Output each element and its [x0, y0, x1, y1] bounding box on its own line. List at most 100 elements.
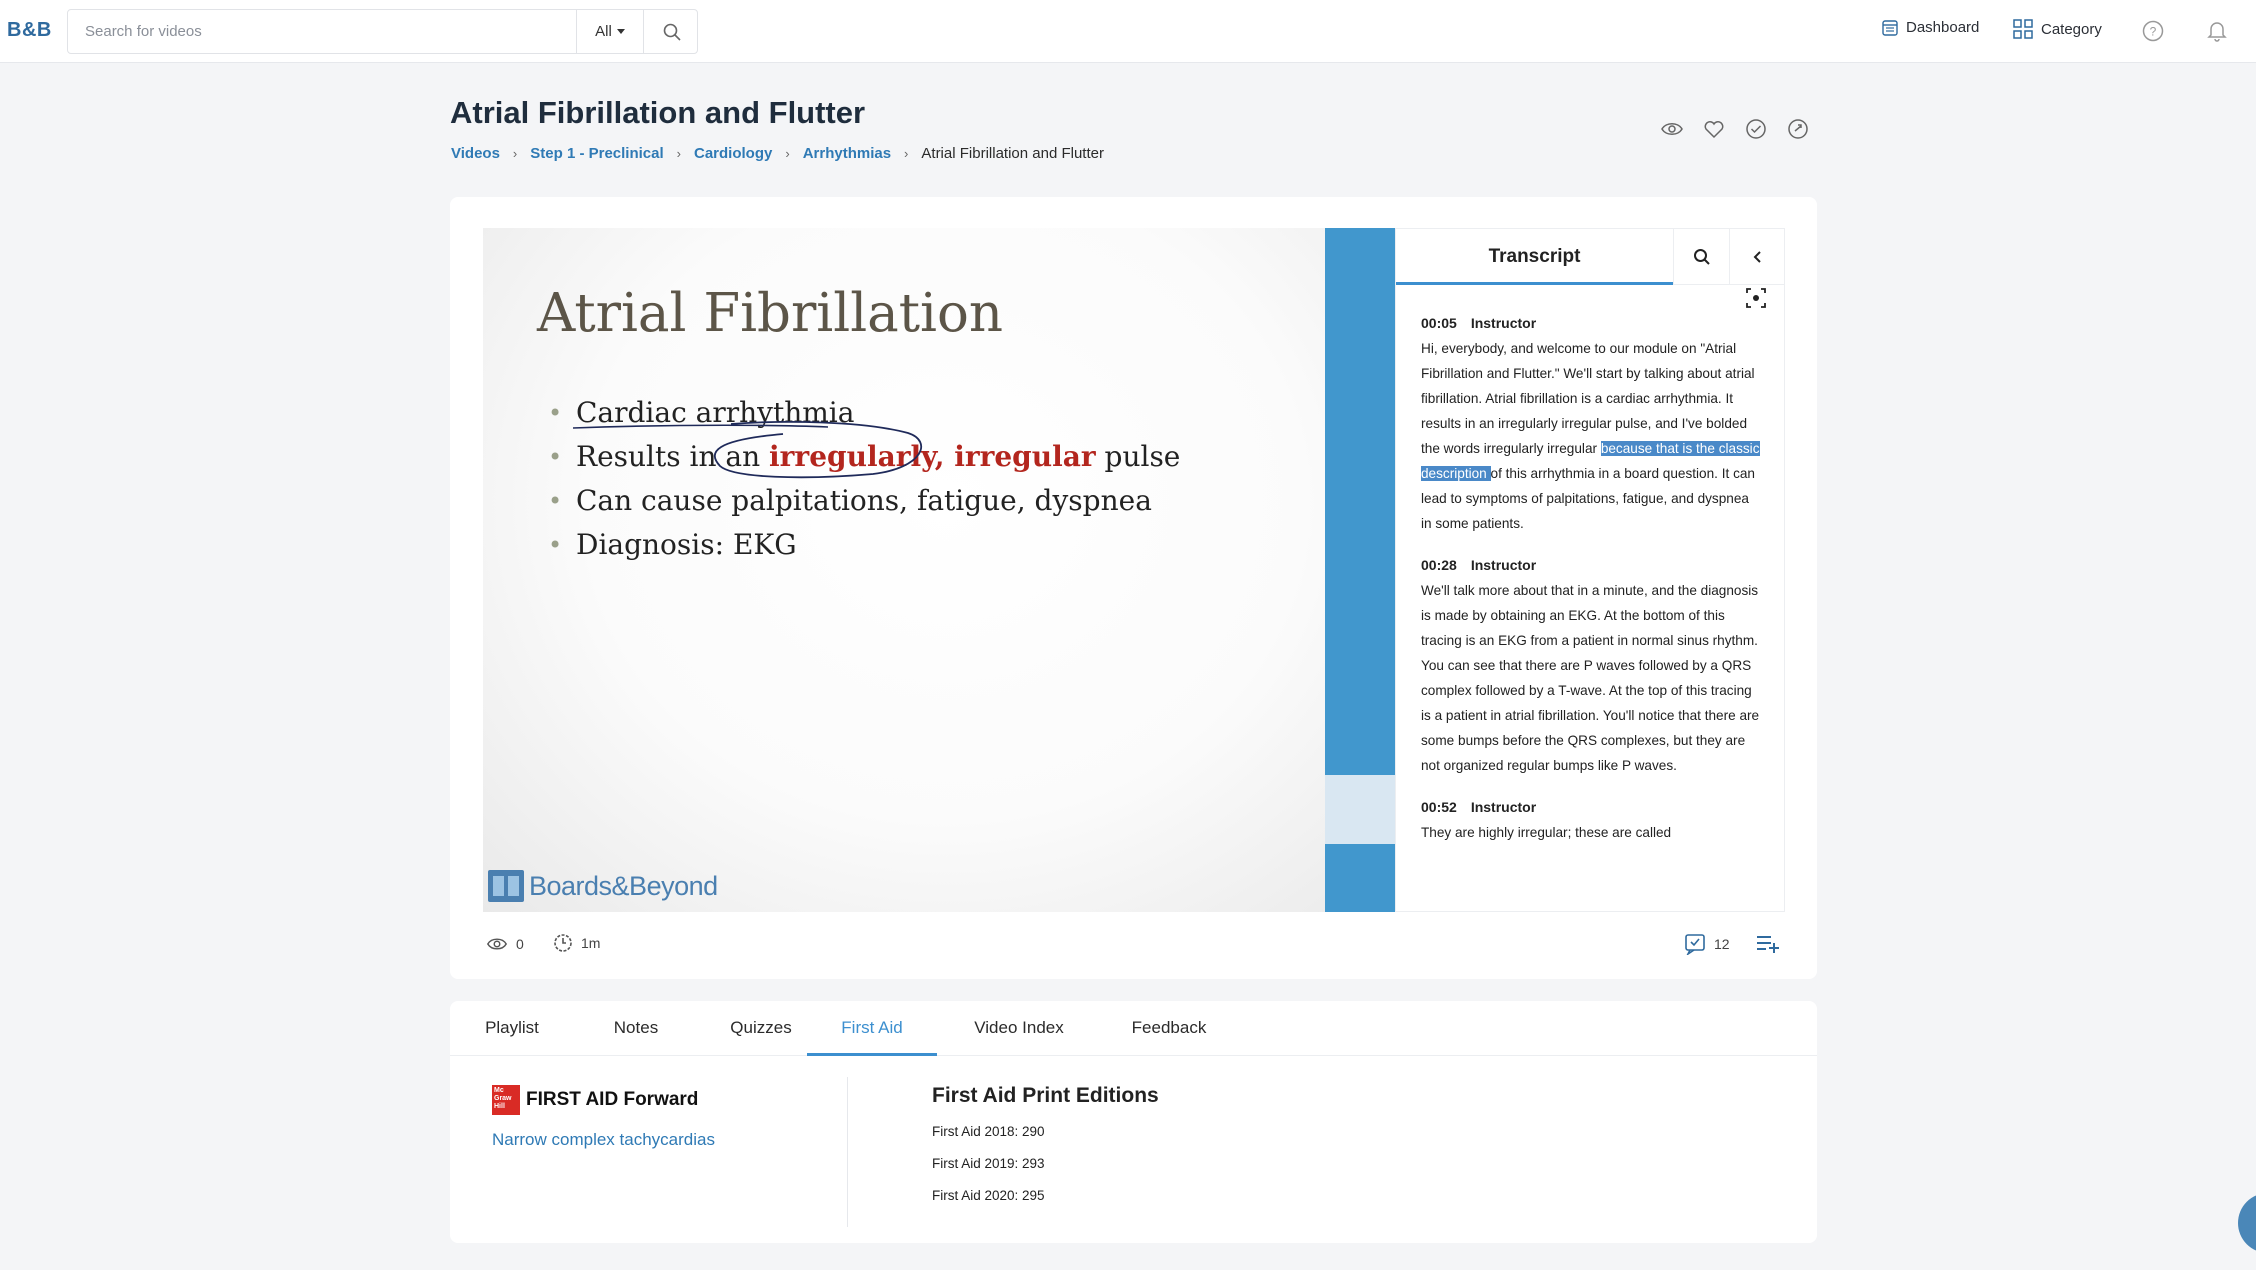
- edition-page: First Aid 2020: 295: [932, 1188, 1045, 1203]
- duration: 1m: [553, 933, 600, 953]
- chevron-right-icon: ›: [904, 146, 909, 161]
- playlist-add-icon: [1757, 936, 1779, 953]
- app-logo[interactable]: B&B: [7, 19, 52, 42]
- first-aid-topic-link[interactable]: Narrow complex tachycardias: [492, 1130, 715, 1150]
- heart-icon[interactable]: [1702, 117, 1726, 141]
- slide-annotation: [572, 421, 923, 479]
- chat-launcher-button[interactable]: [2238, 1193, 2256, 1253]
- nav-dashboard[interactable]: Dashboard: [1882, 19, 1979, 36]
- breadcrumb-step1[interactable]: Step 1 - Preclinical: [530, 145, 663, 162]
- notifications-button[interactable]: [2207, 20, 2227, 47]
- mcgraw-hill-logo: Mc Graw Hill: [492, 1085, 520, 1115]
- search-icon: [663, 23, 681, 41]
- transcript-time: 00:52: [1421, 799, 1457, 815]
- video-player[interactable]: Atrial Fibrillation Cardiac arrhythmia R…: [483, 228, 1325, 912]
- chevron-right-icon: ›: [512, 146, 518, 161]
- transcript-text: We'll talk more about that in a minute, …: [1421, 583, 1760, 773]
- first-aid-forward-brand: Mc Graw Hill FIRST AID Forward: [492, 1085, 715, 1115]
- transcript-entry[interactable]: 00:05 Instructor Hi, everybody, and welco…: [1421, 311, 1761, 536]
- nav-category[interactable]: Category: [2013, 19, 2102, 39]
- transcript-entry[interactable]: 00:52 Instructor They are highly irregula…: [1421, 795, 1761, 845]
- transcript-speaker: Instructor: [1470, 799, 1537, 815]
- focus-icon[interactable]: [1745, 287, 1767, 309]
- question-count[interactable]: 12: [1684, 933, 1730, 955]
- tab-feedback[interactable]: Feedback: [1110, 1001, 1228, 1056]
- grid-icon: [2013, 19, 2033, 39]
- search-input[interactable]: [68, 10, 576, 53]
- first-aid-forward-title: FIRST AID Forward: [526, 1089, 699, 1110]
- transcript-text-part: Hi, everybody, and welcome to our module…: [1421, 341, 1755, 456]
- chevron-left-icon: [1753, 251, 1761, 263]
- search-filter-dropdown[interactable]: All: [577, 10, 643, 53]
- view-count: 0: [486, 933, 524, 955]
- print-editions-title: First Aid Print Editions: [932, 1084, 1159, 1107]
- transcript-speaker: Instructor: [1470, 557, 1537, 573]
- edition-page: First Aid 2018: 290: [932, 1124, 1045, 1139]
- transcript-collapse-button[interactable]: [1729, 229, 1784, 285]
- question-bubble-icon: [1685, 934, 1705, 955]
- progress-segment: [1325, 775, 1395, 844]
- tab-bar: Playlist Notes Quizzes First Aid Video I…: [450, 1001, 1817, 1056]
- duration-value: 1m: [581, 935, 601, 951]
- edition-page: First Aid 2019: 293: [932, 1156, 1045, 1171]
- top-bar: B&B All Dashboard Category ?: [0, 0, 2256, 63]
- boards-beyond-logo: Boards&Beyond: [487, 868, 718, 904]
- clock-icon: [554, 934, 572, 952]
- transcript-entry[interactable]: 00:28 Instructor We'll talk more about th…: [1421, 553, 1761, 778]
- tabs-card: Playlist Notes Quizzes First Aid Video I…: [450, 1001, 1817, 1243]
- transcript-panel: Transcript 00:05 Instructor Hi, everybody…: [1395, 228, 1785, 912]
- player-card: Atrial Fibrillation Cardiac arrhythmia R…: [450, 197, 1817, 979]
- add-to-playlist-button[interactable]: [1756, 933, 1780, 953]
- bb-logo-icon: [488, 870, 524, 902]
- nav-category-label: Category: [2041, 20, 2102, 38]
- tab-video-index[interactable]: Video Index: [951, 1001, 1087, 1056]
- bell-icon: [2207, 22, 2227, 42]
- dashboard-icon: [1882, 19, 1898, 36]
- view-count-value: 0: [516, 936, 524, 952]
- first-aid-print-editions: First Aid Print Editions First Aid 2018:…: [932, 1084, 1159, 1220]
- page-title: Atrial Fibrillation and Flutter: [450, 95, 866, 130]
- transcript-time: 00:05: [1421, 315, 1457, 331]
- divider: [847, 1077, 848, 1227]
- transcript-meta: 00:52 Instructor: [1421, 795, 1761, 820]
- breadcrumb-cardiology[interactable]: Cardiology: [694, 145, 772, 162]
- tab-first-aid[interactable]: First Aid: [807, 1001, 937, 1056]
- player-footer: 0 1m 12: [483, 933, 1783, 959]
- tab-notes[interactable]: Notes: [590, 1001, 682, 1056]
- tab-quizzes[interactable]: Quizzes: [705, 1001, 817, 1056]
- search-filter-label: All: [595, 23, 612, 40]
- transcript-header: Transcript: [1396, 229, 1784, 285]
- chevron-right-icon: ›: [785, 146, 790, 161]
- first-aid-forward: Mc Graw Hill FIRST AID Forward Narrow co…: [492, 1085, 715, 1150]
- breadcrumb-arrhythmias[interactable]: Arrhythmias: [803, 145, 891, 162]
- video-progress-bar[interactable]: [1325, 228, 1395, 912]
- help-icon: ?: [2142, 20, 2164, 42]
- video-actions: [1660, 117, 1810, 141]
- svg-text:?: ?: [2150, 25, 2157, 39]
- search-filter: All: [576, 10, 718, 53]
- search-box: All: [67, 9, 698, 54]
- transcript-search-button[interactable]: [1673, 229, 1729, 285]
- breadcrumb-current: Atrial Fibrillation and Flutter: [921, 145, 1104, 162]
- tab-playlist[interactable]: Playlist: [466, 1001, 558, 1056]
- transcript-meta: 00:28 Instructor: [1421, 553, 1761, 578]
- question-count-value: 12: [1714, 936, 1730, 952]
- help-button[interactable]: ?: [2142, 20, 2164, 47]
- eye-icon: [486, 938, 508, 950]
- slide-logo-text: Boards&Beyond: [529, 870, 718, 901]
- tab-transcript[interactable]: Transcript: [1396, 229, 1673, 285]
- chevron-right-icon: ›: [676, 146, 681, 161]
- transcript-text: They are highly irregular; these are cal…: [1421, 825, 1672, 840]
- check-circle-icon[interactable]: [1744, 117, 1768, 141]
- caret-down-icon: [616, 29, 625, 34]
- transcript-text: Hi, everybody, and welcome to our module…: [1421, 336, 1761, 536]
- transcript-time: 00:28: [1421, 557, 1457, 573]
- eye-icon[interactable]: [1660, 117, 1684, 141]
- search-icon: [1693, 249, 1710, 265]
- transcript-speaker: Instructor: [1470, 315, 1537, 331]
- transcript-body: 00:05 Instructor Hi, everybody, and welco…: [1421, 311, 1761, 862]
- breadcrumb-videos[interactable]: Videos: [451, 145, 500, 162]
- transcript-meta: 00:05 Instructor: [1421, 311, 1761, 336]
- search-button[interactable]: [643, 10, 700, 53]
- share-icon[interactable]: [1786, 117, 1810, 141]
